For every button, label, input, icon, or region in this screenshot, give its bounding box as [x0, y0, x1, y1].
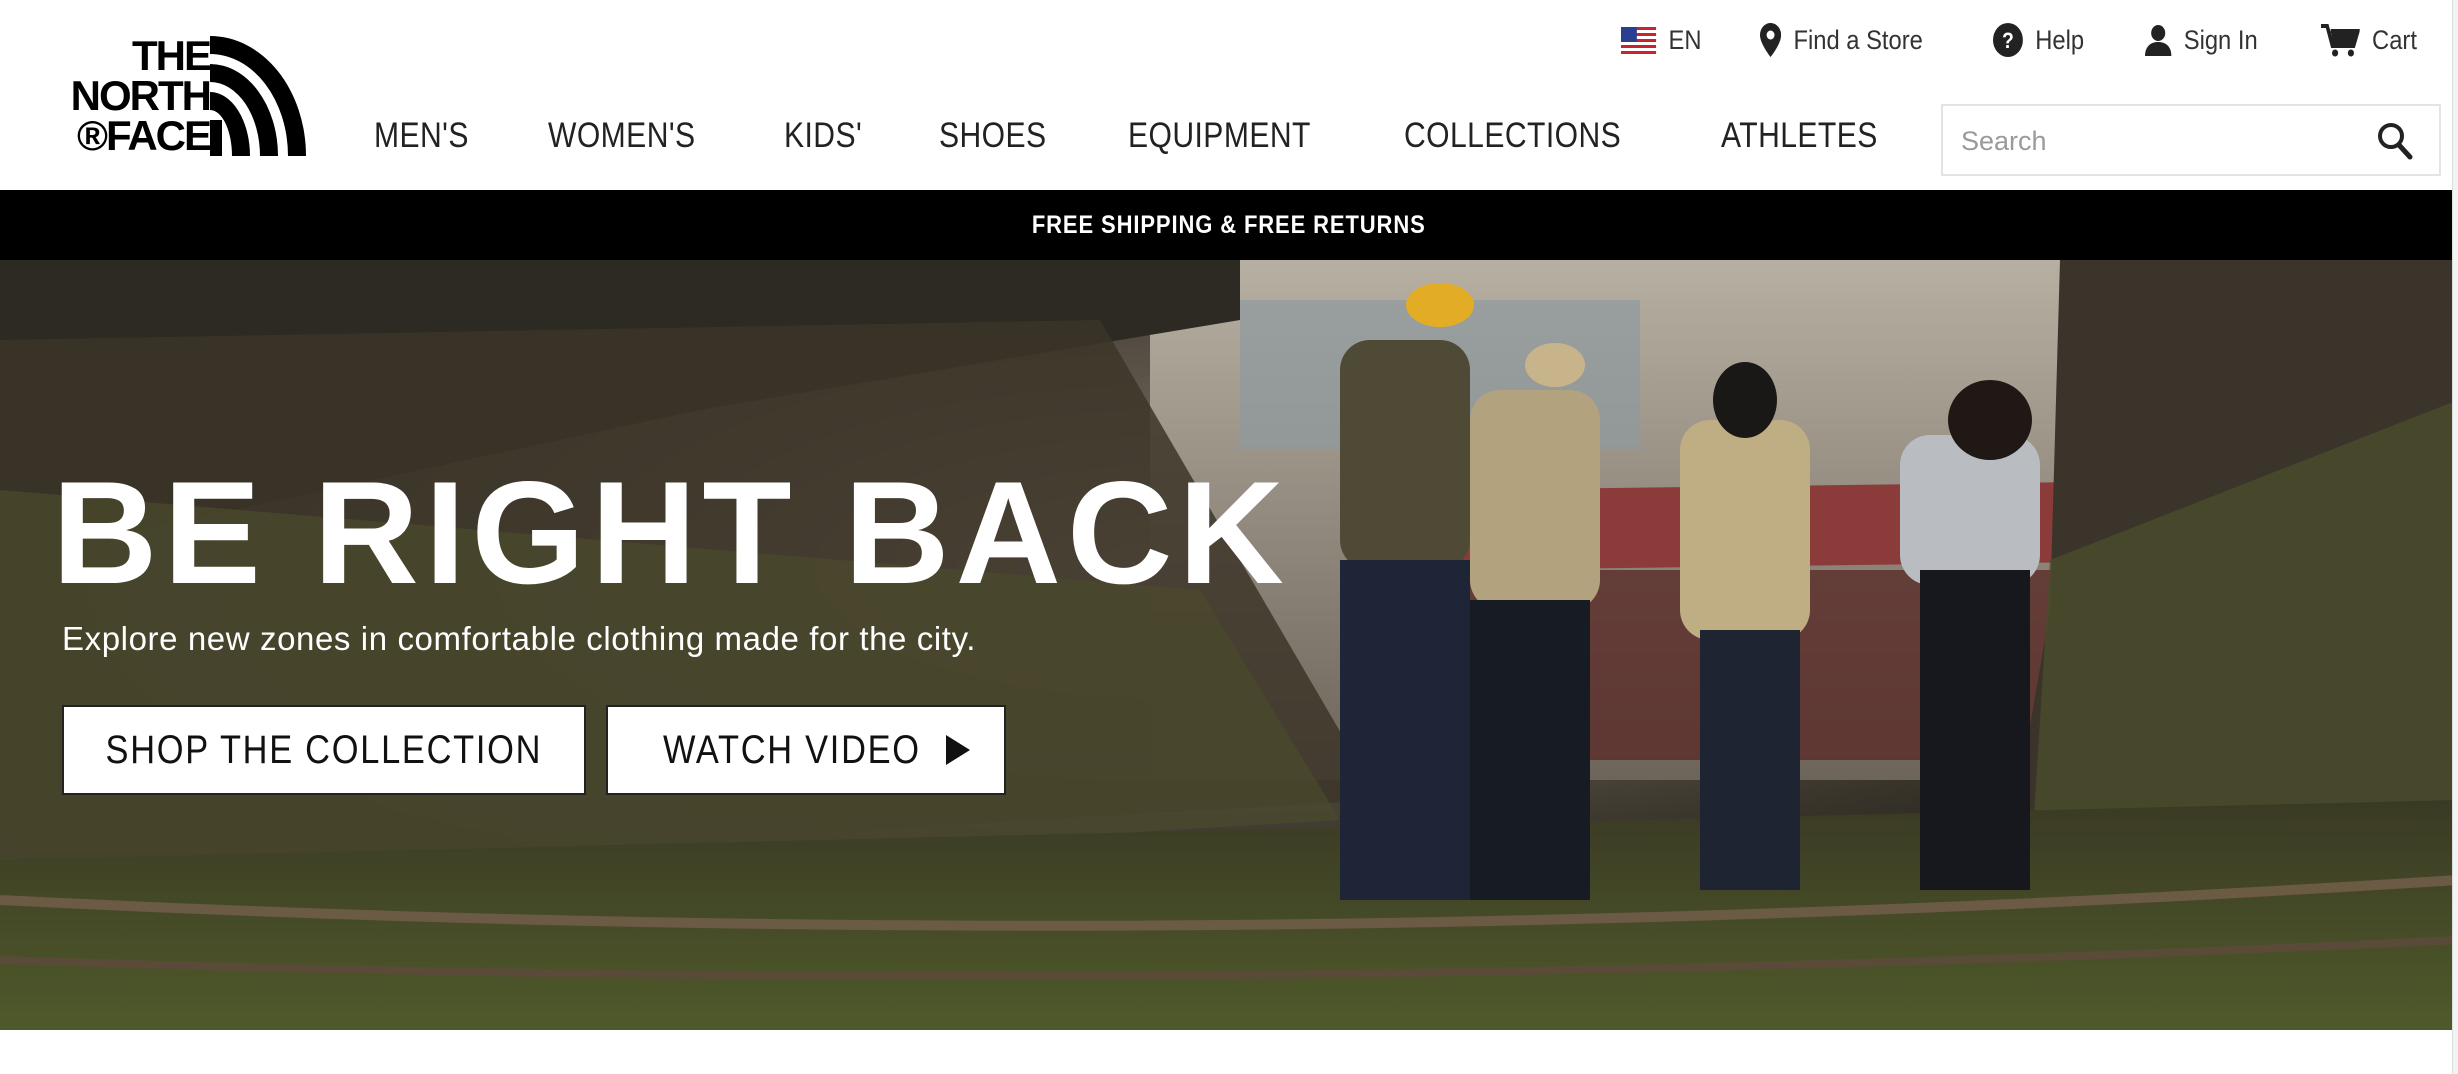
shop-collection-button[interactable]: SHOP THE COLLECTION: [62, 705, 586, 795]
nav-item-womens[interactable]: WOMEN'S: [548, 116, 696, 156]
find-store-label: Find a Store: [1793, 24, 1924, 55]
logo-line-1: THE: [132, 32, 212, 79]
help-label: Help: [2035, 24, 2085, 55]
question-circle-icon: ?: [1993, 23, 2024, 57]
sign-in-label: Sign In: [2183, 24, 2258, 55]
play-icon: [945, 735, 970, 765]
utility-nav: EN Find a Store ? Help Sign In Cart: [1573, 20, 2430, 60]
hero-title: BE RIGHT BACK: [52, 451, 1290, 614]
page-body-start: [0, 1030, 2458, 1074]
nav-item-kids[interactable]: KIDS': [784, 116, 862, 156]
shop-collection-label: SHOP THE COLLECTION: [105, 727, 543, 772]
user-icon: [2144, 24, 2172, 56]
location-pin-icon: [1760, 23, 1782, 57]
scrollbar[interactable]: [2452, 0, 2458, 1074]
nav-item-mens[interactable]: MEN'S: [374, 116, 469, 156]
nav-item-shoes[interactable]: SHOES: [939, 116, 1047, 156]
hero-subtitle: Explore new zones in comfortable clothin…: [62, 620, 976, 657]
brand-logo[interactable]: THE NORTH ®FACE: [50, 32, 306, 159]
cart-link[interactable]: Cart: [2320, 23, 2417, 57]
sign-in-link[interactable]: Sign In: [2144, 24, 2258, 56]
hero-banner: BE RIGHT BACK Explore new zones in comfo…: [0, 260, 2458, 1030]
site-header: THE NORTH ®FACE EN Find a Store ? Help S…: [0, 0, 2458, 190]
help-link[interactable]: ? Help: [1993, 23, 2084, 57]
cart-icon: [2320, 23, 2360, 57]
watch-video-label: WATCH VIDEO: [663, 727, 921, 772]
promo-banner[interactable]: FREE SHIPPING & FREE RETURNS: [0, 190, 2458, 260]
logo-wordmark: THE NORTH ®FACE: [50, 32, 212, 159]
promo-text: FREE SHIPPING & FREE RETURNS: [1032, 210, 1426, 239]
find-store-link[interactable]: Find a Store: [1760, 23, 1923, 57]
nav-item-athletes[interactable]: ATHLETES: [1721, 116, 1878, 156]
us-flag-icon: [1620, 26, 1656, 54]
logo-half-dome-icon: [210, 36, 306, 156]
cart-label: Cart: [2372, 24, 2417, 55]
search-icon[interactable]: [2377, 122, 2413, 165]
nav-item-collections[interactable]: COLLECTIONS: [1404, 116, 1621, 156]
nav-item-equipment[interactable]: EQUIPMENT: [1128, 116, 1311, 156]
main-nav: MEN'S WOMEN'S KIDS' SHOES EQUIPMENT COLL…: [374, 116, 1967, 156]
svg-text:?: ?: [2002, 29, 2014, 53]
logo-line-2: NORTH: [70, 72, 212, 119]
search-box: [1941, 104, 2441, 176]
language-label: EN: [1668, 24, 1702, 55]
watch-video-button[interactable]: WATCH VIDEO: [606, 705, 1006, 795]
search-input[interactable]: [1961, 120, 2361, 162]
logo-line-3: ®FACE: [77, 112, 212, 159]
language-selector[interactable]: EN: [1620, 24, 1702, 56]
